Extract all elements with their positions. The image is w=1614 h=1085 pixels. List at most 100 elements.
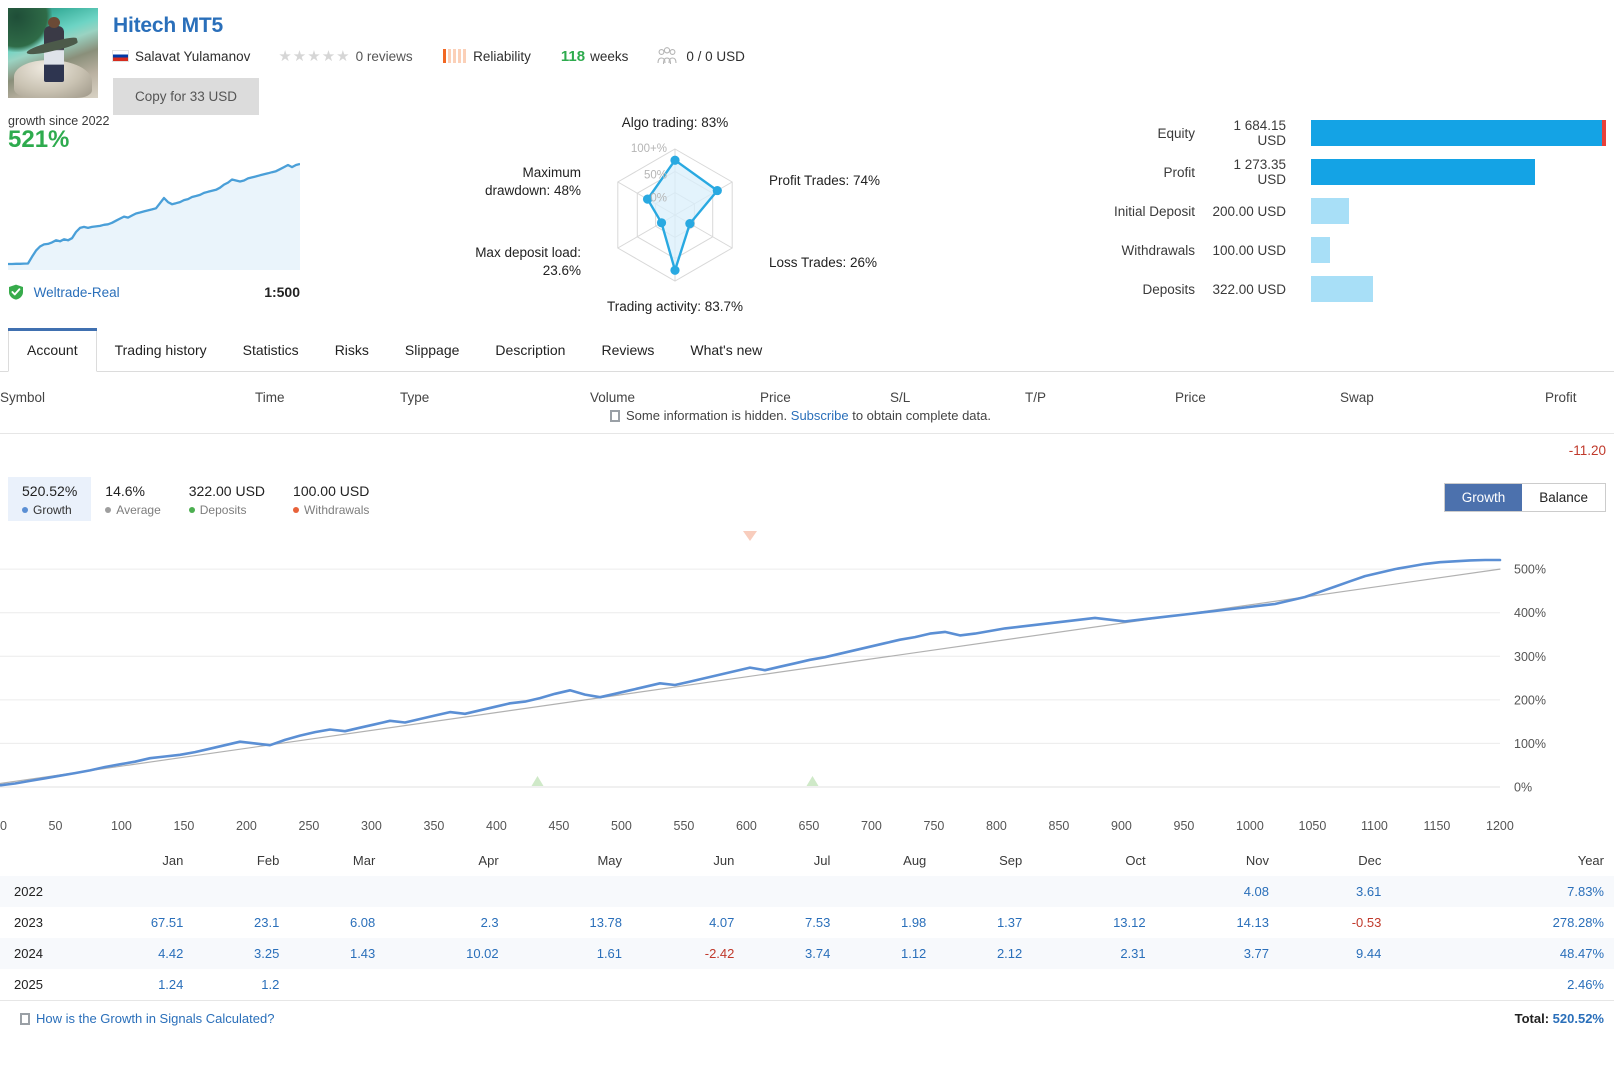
growth-legend-item[interactable]: 520.52% Growth [8,477,92,521]
hidden-notice-post: to obtain complete data. [852,408,991,423]
svg-text:100%: 100% [1514,737,1546,751]
account-bar-value: 100.00 USD [1212,242,1286,258]
info-icon [610,410,620,422]
svg-text:200%: 200% [1514,693,1546,707]
tab-trading-history[interactable]: Trading history [97,331,225,371]
month-value-cell [926,876,1022,907]
month-header: Sep [999,853,1023,868]
svg-text:50%: 50% [644,169,667,181]
column-header[interactable]: Price [760,390,791,405]
month-value-cell: 1.43 [349,946,376,961]
account-bar-fill [1311,120,1606,146]
reliability-label: Reliability [473,48,531,64]
x-axis-tick: 700 [861,819,882,833]
month-value-cell [499,876,622,907]
month-header: Jan [162,853,184,868]
month-value-cell [1022,876,1145,907]
month-value-cell [622,969,734,1000]
account-bar-label: Equity [1157,125,1195,141]
year-total-cell: 278.28% [1552,915,1604,930]
column-header[interactable]: T/P [1025,390,1046,405]
tab-account[interactable]: Account [8,328,97,372]
month-value-cell [622,876,734,907]
svg-text:Loss Trades: 26%: Loss Trades: 26% [769,255,877,270]
year-cell: 2023 [14,915,43,930]
page-title: Hitech MT5 [113,14,224,37]
month-value-cell: 1.98 [900,915,927,930]
x-axis-tick: 1150 [1423,819,1451,833]
growth-chart-xaxis: 0 50 100 150 200 250 300 350 400 450 500 550 600 650 7… [0,817,1614,845]
account-bar-track [1311,120,1606,146]
author-block[interactable]: Salavat Yulamanov [113,49,278,64]
month-value-cell: 4.08 [1243,884,1269,899]
month-value-cell: 9.44 [1356,946,1382,961]
avatar [8,8,98,98]
broker-block[interactable]: Weltrade-Real [8,284,120,300]
month-header: May [597,853,623,868]
month-value-cell [926,969,1022,1000]
month-value-cell: 3.74 [805,946,831,961]
tab-slippage[interactable]: Slippage [387,331,478,371]
growth-sparkline-block: growth since 2022 521% Weltrade-Real 1:5… [8,114,308,300]
column-header[interactable]: Price [1175,390,1206,405]
column-header[interactable]: S/L [890,390,910,405]
tab-description[interactable]: Description [477,331,583,371]
tab-what-s-new[interactable]: What's new [672,331,780,371]
table-row: 2022 4.08 3.61 7.83% [0,876,1614,907]
svg-text:0%: 0% [1514,781,1532,795]
account-bar-label: Profit [1163,164,1195,180]
toggle-balance-button[interactable]: Balance [1522,484,1605,511]
radar-chart: 100+% 50% 0% Algo trading: 83% Profit Trades… [475,115,880,314]
growth-legend-item[interactable]: 100.00 USD Withdrawals [279,477,383,521]
info-icon [20,1013,30,1025]
star-icon: ★ [321,47,336,65]
column-header[interactable]: Volume [590,390,635,405]
reliability-icon [442,49,467,64]
column-header[interactable]: Profit [1545,390,1577,405]
table-row: 2024 4.42 3.25 1.43 10.02 1.61 -2.42 3.74 1.12 2.… [0,938,1614,969]
month-header: Oct [1125,853,1146,868]
growth-chart-wrap: 0% 100% 200% 300% 400% 500% [0,525,1614,817]
svg-text:100+%: 100+% [631,143,667,155]
growth-legend-name: Average [116,502,161,517]
svg-text:300%: 300% [1514,650,1546,664]
month-value-cell: -2.42 [704,946,735,961]
how-growth-calculated-link[interactable]: How is the Growth in Signals Calculated? [20,1011,274,1026]
svg-text:500%: 500% [1514,563,1546,577]
month-value-cell: 7.53 [805,915,831,930]
toggle-growth-button[interactable]: Growth [1444,484,1523,511]
reviews-count: 0 reviews [355,48,413,64]
account-bar-row: Profit 1 273.35 USD [1045,157,1606,187]
month-value-cell: 23.1 [254,915,280,930]
tab-risks[interactable]: Risks [317,331,387,371]
month-value-cell: 3.25 [254,946,280,961]
subscribe-link[interactable]: Subscribe [791,408,849,423]
column-header[interactable]: Swap [1340,390,1374,405]
x-axis-tick: 350 [423,819,445,833]
month-value-cell: 13.78 [589,915,623,930]
tab-reviews[interactable]: Reviews [583,331,672,371]
x-axis-tick: 850 [1048,819,1070,833]
tab-statistics[interactable]: Statistics [225,331,317,371]
copy-button[interactable]: Copy for 33 USD [113,78,260,116]
growth-legend-name: Deposits [199,502,247,517]
growth-legend-item[interactable]: 322.00 USD Deposits [175,477,279,521]
rating-stars: ★ ★ ★ ★ ★ [278,49,349,64]
svg-text:Algo trading: 83%: Algo trading: 83% [622,115,729,130]
legend-dot-icon [105,506,112,513]
column-header[interactable]: Time [255,390,285,405]
month-value-cell: 2.31 [1120,946,1146,961]
account-bar-track [1311,159,1606,185]
column-header[interactable]: Type [400,390,429,405]
account-bar-row: Deposits 322.00 USD [1045,276,1606,302]
signal-meta-row: Salavat Yulamanov ★ ★ ★ ★ ★ 0 reviews Re… [113,45,1614,67]
radar-chart-block: 100+% 50% 0% Algo trading: 83% Profit Trades… [460,112,890,330]
account-bar-row: Withdrawals 100.00 USD [1045,237,1606,263]
x-axis-tick: 600 [736,819,757,833]
total-profit-value: -11.20 [1568,443,1606,458]
growth-legend-item[interactable]: 14.6% Average [91,477,174,521]
column-header[interactable]: Symbol [0,390,45,405]
trade-totals-row: -11.20 [0,433,1614,467]
legend-dot-icon [22,506,28,513]
x-axis-tick: 550 [673,819,695,833]
